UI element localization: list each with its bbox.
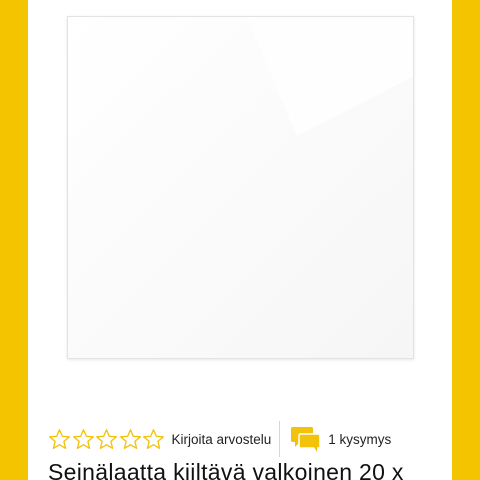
rating-stars[interactable] (48, 428, 166, 451)
product-card: Kirjoita arvostelu 1 kysymys Seinälaatta… (28, 0, 452, 480)
product-title: Seinälaatta kiiltävä valkoinen 20 x (48, 459, 404, 480)
questions-link[interactable]: 1 kysymys (328, 432, 391, 447)
page-background-right (452, 0, 480, 480)
star-outline-icon[interactable] (72, 428, 95, 451)
star-outline-icon[interactable] (142, 428, 165, 451)
product-image-gallery[interactable] (28, 0, 452, 392)
speech-bubbles-icon[interactable] (290, 425, 322, 453)
page-background-left (0, 0, 28, 480)
divider (279, 421, 281, 457)
tile-gloss (68, 17, 413, 358)
rating-and-questions-row: Kirjoita arvostelu 1 kysymys (48, 421, 391, 457)
star-outline-icon[interactable] (119, 428, 142, 451)
write-review-link[interactable]: Kirjoita arvostelu (172, 432, 272, 447)
star-outline-icon[interactable] (48, 428, 71, 451)
product-image[interactable] (67, 16, 414, 359)
star-outline-icon[interactable] (95, 428, 118, 451)
